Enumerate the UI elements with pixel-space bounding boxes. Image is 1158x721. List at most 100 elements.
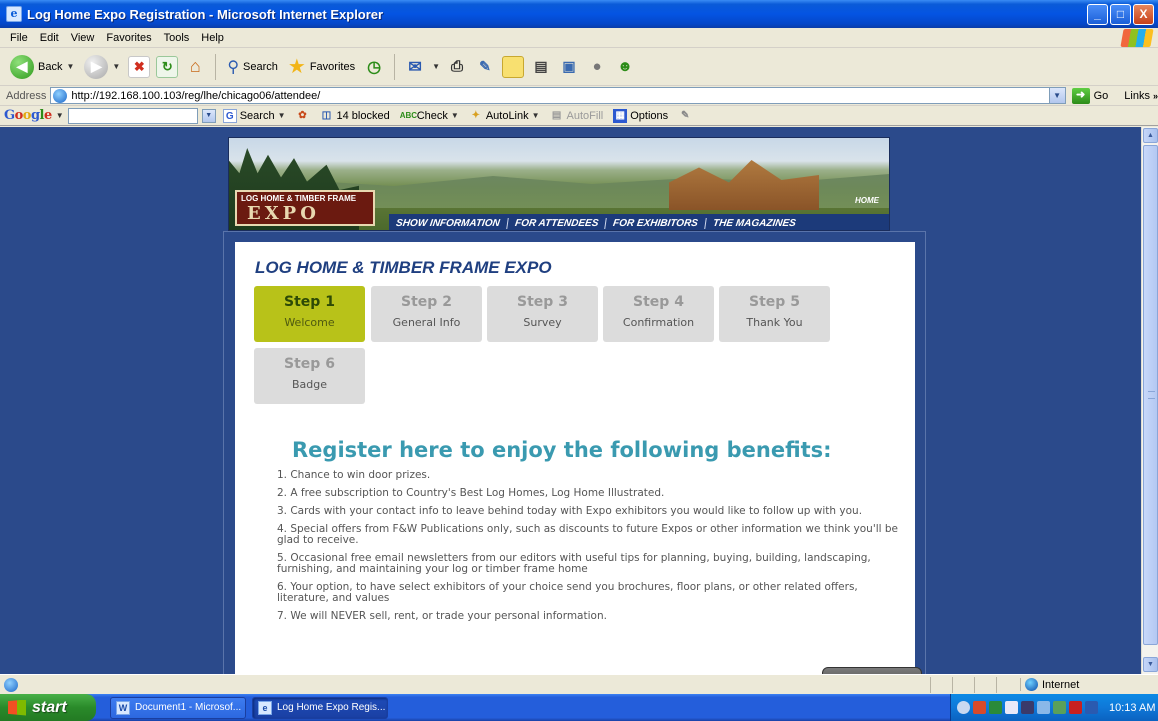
tray-display-icon[interactable] [1085,701,1098,714]
print-icon[interactable]: ⎙ [446,56,468,78]
go-arrow-icon: ➜ [1071,87,1090,104]
refresh-icon[interactable]: ↻ [156,55,179,78]
vertical-scrollbar[interactable]: ▲ ▼ [1141,127,1158,674]
scroll-down-icon[interactable]: ▼ [1143,657,1158,672]
page-rank-button[interactable]: ✿ [292,109,312,123]
start-label: start [32,698,67,716]
mail-dropdown-icon[interactable]: ▼ [432,62,440,71]
expo-logo[interactable]: LOG HOME & TIMBER FRAME EXPO [235,190,375,226]
google-menu-dropdown-icon[interactable]: ▼ [56,111,64,120]
step-number: Step 1 [284,294,335,310]
menu-view[interactable]: View [65,32,101,44]
tray-volume-icon[interactable] [1021,701,1034,714]
forward-dropdown-icon[interactable]: ▼ [112,62,120,71]
autofill-button[interactable]: ▤ AutoFill [547,109,607,123]
home-icon[interactable]: ⌂ [184,56,206,78]
step-4-tab[interactable]: Step 4 Confirmation [603,286,714,342]
menu-file[interactable]: File [4,32,34,44]
google-g-icon: G [222,108,237,123]
task-label: Log Home Expo Regis... [277,702,386,713]
home-link[interactable]: HOME [855,196,879,205]
pagerank-icon: ✿ [298,109,307,121]
popup-blocker-button[interactable]: ◫ 14 blocked [316,109,392,123]
media-icon[interactable]: ▣ [558,56,580,78]
close-button[interactable]: X [1133,4,1154,25]
messenger-icon[interactable]: ● [586,56,608,78]
autofill-icon: ▤ [551,109,562,121]
favorites-button[interactable]: ★ Favorites [286,52,357,82]
step-6-tab[interactable]: Step 6 Badge [254,348,365,404]
search-dropdown-icon[interactable]: ▼ [278,111,286,120]
toolbar-separator [215,53,217,80]
back-dropdown-icon[interactable]: ▼ [66,62,74,71]
page-title: LOG HOME & TIMBER FRAME EXPO [255,258,552,277]
menu-favorites[interactable]: Favorites [100,32,157,44]
list-item: 3. Cards with your contact info to leave… [277,505,863,517]
menu-edit[interactable]: Edit [34,32,65,44]
step-2-tab[interactable]: Step 2 General Info [371,286,482,342]
google-search-dropdown-icon[interactable]: ▼ [201,108,216,123]
address-input[interactable]: http://192.168.100.103/reg/lhe/chicago06… [50,87,1066,104]
list-item: 7. We will NEVER sell, rent, or trade yo… [277,610,607,622]
continue-button[interactable] [822,667,922,674]
go-button[interactable]: ➜ Go [1071,87,1108,104]
minimize-button[interactable]: _ [1087,4,1108,25]
nav-the-magazines[interactable]: THE MAGAZINES [705,218,803,229]
people-icon[interactable]: ☻ [614,56,636,78]
edit-icon[interactable]: ✎ [474,56,496,78]
list-item: 6. Your option, to have select exhibitor… [277,581,858,604]
tray-connection-icon[interactable] [1053,701,1066,714]
step-5-tab[interactable]: Step 5 Thank You [719,286,830,342]
start-button[interactable]: start [0,694,96,721]
ie-icon: e [258,700,272,715]
popup-blocker-icon: ◫ [321,109,332,121]
research-icon[interactable]: ▤ [530,56,552,78]
stop-icon[interactable]: ✖ [128,55,151,78]
links-button[interactable]: Links [1124,90,1150,102]
mail-icon[interactable]: ✉ [404,56,426,78]
taskbar: start W Document1 - Microsof... e Log Ho… [0,694,1158,721]
address-dropdown-icon[interactable]: ▼ [1048,88,1065,103]
check-label: Check [416,109,448,122]
tray-antivirus-icon[interactable] [1069,701,1082,714]
nav-for-attendees[interactable]: FOR ATTENDEES [506,217,607,229]
forward-button[interactable]: ▶ ▼ [82,52,122,82]
highlight-button[interactable]: ✎ [675,109,695,123]
scroll-grip [1148,391,1155,399]
autolink-button[interactable]: ✦ AutoLink ▼ [466,109,543,123]
maximize-button[interactable]: □ [1110,4,1131,25]
history-icon[interactable]: ◷ [363,56,385,78]
scroll-up-icon[interactable]: ▲ [1143,128,1158,143]
menu-help[interactable]: Help [195,32,230,44]
nav-show-information[interactable]: SHOW INFORMATION [388,217,509,229]
search-button[interactable]: ⚲ Search [225,52,280,82]
autolink-dropdown-icon[interactable]: ▼ [532,111,540,120]
taskbar-word-document[interactable]: W Document1 - Microsof... [110,696,246,719]
menu-tools[interactable]: Tools [158,32,196,44]
address-url[interactable]: http://192.168.100.103/reg/lhe/chicago06… [71,90,320,102]
banner-log-home [669,160,819,210]
links-chevron-icon[interactable]: » [1153,91,1158,101]
taskbar-ie-window[interactable]: e Log Home Expo Regis... [252,696,388,719]
spell-check-button[interactable]: ABC Check ▼ [397,109,462,123]
back-button[interactable]: ◀ Back ▼ [8,52,76,82]
status-cells [930,677,1018,693]
step-1-tab[interactable]: Step 1 Welcome [254,286,365,342]
tray-security-icon[interactable] [973,701,986,714]
registration-card: LOG HOME & TIMBER FRAME EXPO Step 1 Welc… [235,242,922,674]
tray-app-icon[interactable] [1005,701,1018,714]
tray-arrow-icon[interactable] [957,701,970,714]
tray-update-icon[interactable] [1037,701,1050,714]
step-3-tab[interactable]: Step 3 Survey [487,286,598,342]
step-number: Step 5 [749,294,800,310]
check-dropdown-icon[interactable]: ▼ [451,111,459,120]
tray-network-icon[interactable] [989,701,1002,714]
nav-for-exhibitors[interactable]: FOR EXHIBITORS [605,217,707,229]
google-logo[interactable]: Google [4,108,52,123]
folder-icon[interactable] [502,55,524,78]
google-search-input[interactable] [67,107,198,124]
options-button[interactable]: ▦ Options [610,108,671,123]
step-label: Thank You [746,316,803,329]
google-search-button[interactable]: G Search ▼ [220,108,289,123]
scroll-thumb[interactable] [1143,145,1158,645]
